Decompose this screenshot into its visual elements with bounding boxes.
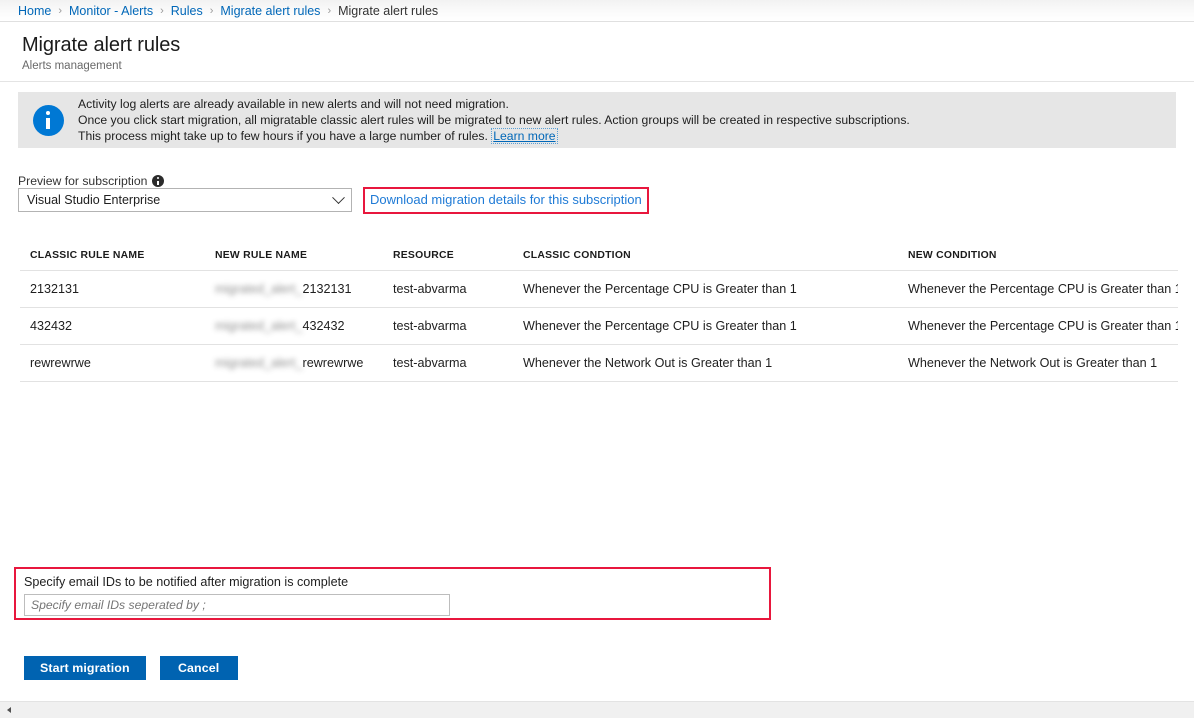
cell-new-rule-name: migrated_alert_2132131 [205, 271, 383, 308]
scrollbar-track[interactable] [17, 702, 1194, 719]
column-header-classic-rule-name: CLASSIC RULE NAME [20, 240, 205, 271]
email-notification-section: Specify email IDs to be notified after m… [14, 567, 771, 620]
page-subtitle: Alerts management [22, 60, 1194, 72]
info-icon-container [18, 105, 78, 136]
migration-rules-table: CLASSIC RULE NAME NEW RULE NAME RESOURCE… [20, 240, 1178, 382]
cell-new-condition: Whenever the Percentage CPU is Greater t… [898, 271, 1178, 308]
table-header-row: CLASSIC RULE NAME NEW RULE NAME RESOURCE… [20, 240, 1178, 271]
table-row[interactable]: 2132131 migrated_alert_2132131 test-abva… [20, 271, 1178, 308]
cell-classic-condition: Whenever the Percentage CPU is Greater t… [513, 308, 898, 345]
action-buttons: Start migration Cancel [24, 656, 238, 680]
subscription-selected-value: Visual Studio Enterprise [27, 193, 334, 207]
new-rule-name-suffix: 2132131 [303, 282, 352, 296]
column-header-classic-condition: CLASSIC CONDTION [513, 240, 898, 271]
table-body: 2132131 migrated_alert_2132131 test-abva… [20, 271, 1178, 382]
breadcrumb-separator: › [160, 5, 164, 17]
cell-new-condition: Whenever the Percentage CPU is Greater t… [898, 308, 1178, 345]
info-icon[interactable] [152, 175, 164, 187]
page-header: Migrate alert rules Alerts management [0, 22, 1194, 82]
column-header-resource: RESOURCE [383, 240, 513, 271]
cell-resource: test-abvarma [383, 271, 513, 308]
cell-classic-condition: Whenever the Percentage CPU is Greater t… [513, 271, 898, 308]
breadcrumb-item-current: Migrate alert rules [338, 4, 438, 18]
cell-new-condition: Whenever the Network Out is Greater than… [898, 345, 1178, 382]
horizontal-scrollbar[interactable] [0, 701, 1194, 718]
cell-resource: test-abvarma [383, 345, 513, 382]
cell-classic-rule-name: 432432 [20, 308, 205, 345]
info-banner: Activity log alerts are already availabl… [18, 92, 1176, 148]
breadcrumb-item-monitor-alerts[interactable]: Monitor - Alerts [69, 4, 153, 18]
learn-more-link[interactable]: Learn more [491, 128, 557, 144]
arrow-left-glyph [7, 707, 11, 713]
info-banner-line-3-text: This process might take up to few hours … [78, 129, 491, 143]
redacted-rule-prefix: migrated_alert_ [215, 282, 303, 296]
cell-resource: test-abvarma [383, 308, 513, 345]
breadcrumb-item-rules[interactable]: Rules [171, 4, 203, 18]
subscription-select[interactable]: Visual Studio Enterprise [18, 188, 352, 212]
new-rule-name-suffix: rewrewrwe [303, 356, 364, 370]
info-banner-line-3: This process might take up to few hours … [78, 128, 910, 144]
table-header: CLASSIC RULE NAME NEW RULE NAME RESOURCE… [20, 240, 1178, 271]
cell-new-rule-name: migrated_alert_432432 [205, 308, 383, 345]
cell-classic-rule-name: rewrewrwe [20, 345, 205, 382]
subscription-label-row: Preview for subscription [18, 174, 164, 188]
table-row[interactable]: rewrewrwe migrated_alert_rewrewrwe test-… [20, 345, 1178, 382]
page-title: Migrate alert rules [22, 32, 1194, 58]
arrow-left-icon[interactable] [0, 702, 17, 719]
subscription-label: Preview for subscription [18, 174, 147, 188]
breadcrumb-item-migrate-alert-rules[interactable]: Migrate alert rules [220, 4, 320, 18]
cancel-button[interactable]: Cancel [160, 656, 238, 680]
info-banner-text: Activity log alerts are already availabl… [78, 96, 924, 144]
cell-classic-condition: Whenever the Network Out is Greater than… [513, 345, 898, 382]
start-migration-button[interactable]: Start migration [24, 656, 146, 680]
download-migration-details-link[interactable]: Download migration details for this subs… [370, 192, 642, 207]
download-migration-details-highlight: Download migration details for this subs… [363, 187, 649, 214]
info-banner-line-1: Activity log alerts are already availabl… [78, 96, 910, 112]
table-row[interactable]: 432432 migrated_alert_432432 test-abvarm… [20, 308, 1178, 345]
breadcrumb-separator: › [58, 5, 62, 17]
cell-classic-rule-name: 2132131 [20, 271, 205, 308]
column-header-new-rule-name: NEW RULE NAME [205, 240, 383, 271]
new-rule-name-suffix: 432432 [303, 319, 345, 333]
column-header-new-condition: NEW CONDITION [898, 240, 1178, 271]
breadcrumb-item-home[interactable]: Home [18, 4, 51, 18]
info-banner-line-2: Once you click start migration, all migr… [78, 112, 910, 128]
info-icon [33, 105, 64, 136]
email-section-label: Specify email IDs to be notified after m… [24, 574, 761, 590]
breadcrumb-separator: › [327, 5, 331, 17]
chevron-down-icon [332, 191, 345, 204]
redacted-rule-prefix: migrated_alert_ [215, 319, 303, 333]
breadcrumb: Home › Monitor - Alerts › Rules › Migrat… [0, 0, 1194, 22]
redacted-rule-prefix: migrated_alert_ [215, 356, 303, 370]
cell-new-rule-name: migrated_alert_rewrewrwe [205, 345, 383, 382]
breadcrumb-separator: › [210, 5, 214, 17]
email-ids-input[interactable] [24, 594, 450, 616]
